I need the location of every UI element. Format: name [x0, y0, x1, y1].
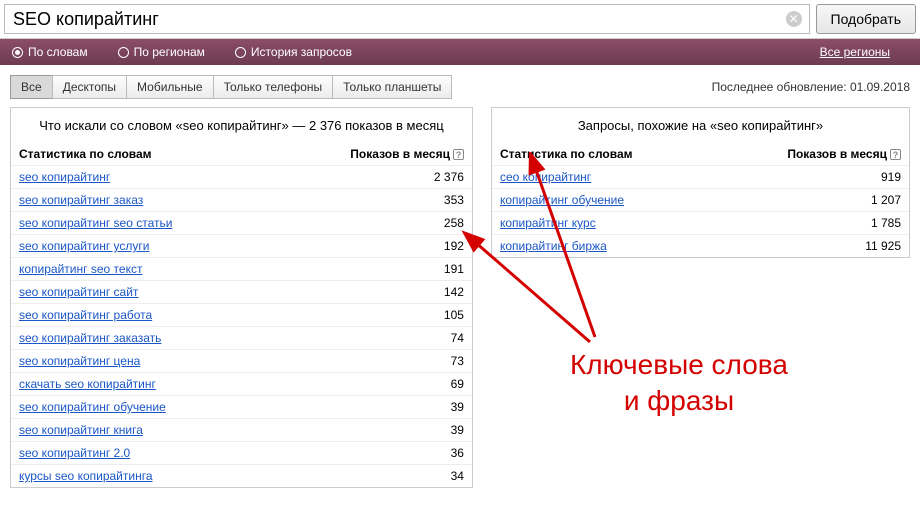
results-panels: Что искали со словом «seo копирайтинг» —… — [0, 107, 920, 498]
impressions-value: 73 — [272, 350, 472, 373]
table-row: seo копирайтинг заказ 353 — [11, 189, 472, 212]
table-row: скачать seo копирайтинг 69 — [11, 373, 472, 396]
filter-bar: По словам По регионам История запросов В… — [0, 39, 920, 65]
radio-by-regions[interactable]: По регионам — [118, 45, 205, 59]
panel-title: Что искали со словом «seo копирайтинг» —… — [11, 108, 472, 143]
table-row: копирайтинг обучение 1 207 — [492, 189, 909, 212]
col-stat: Статистика по словам — [11, 143, 272, 166]
col-impressions: Показов в месяц? — [272, 143, 472, 166]
right-table: Статистика по словам Показов в месяц? се… — [492, 143, 909, 257]
table-row: seo копирайтинг 2 376 — [11, 166, 472, 189]
all-regions-link[interactable]: Все регионы — [820, 45, 890, 59]
impressions-value: 36 — [272, 442, 472, 465]
query-link[interactable]: сео копирайтинг — [500, 170, 591, 184]
impressions-value: 74 — [272, 327, 472, 350]
table-row: копирайтинг seo текст 191 — [11, 258, 472, 281]
query-link[interactable]: копирайтинг seo текст — [19, 262, 142, 276]
radio-dot-icon — [235, 47, 246, 58]
query-link[interactable]: seo копирайтинг книга — [19, 423, 143, 437]
tab-tablets-only[interactable]: Только планшеты — [332, 75, 452, 99]
query-link[interactable]: копирайтинг биржа — [500, 239, 607, 253]
radio-history[interactable]: История запросов — [235, 45, 352, 59]
left-panel: Что искали со словом «seo копирайтинг» —… — [10, 107, 473, 488]
query-link[interactable]: seo копирайтинг цена — [19, 354, 140, 368]
impressions-value: 1 207 — [715, 189, 909, 212]
query-link[interactable]: курсы seo копирайтинга — [19, 469, 153, 483]
help-icon[interactable]: ? — [453, 149, 464, 160]
annotation-text: Ключевые слова и фразы — [570, 347, 788, 420]
query-link[interactable]: seo копирайтинг заказ — [19, 193, 143, 207]
impressions-value: 142 — [272, 281, 472, 304]
tab-desktops[interactable]: Десктопы — [52, 75, 127, 99]
panel-title: Запросы, похожие на «seo копирайтинг» — [492, 108, 909, 143]
radio-label: По регионам — [134, 45, 205, 59]
table-row: seo копирайтинг сайт 142 — [11, 281, 472, 304]
radio-label: По словам — [28, 45, 88, 59]
impressions-value: 11 925 — [715, 235, 909, 258]
table-row: seo копирайтинг обучение 39 — [11, 396, 472, 419]
help-icon[interactable]: ? — [890, 149, 901, 160]
col-impressions: Показов в месяц? — [715, 143, 909, 166]
impressions-value: 2 376 — [272, 166, 472, 189]
query-link[interactable]: seo копирайтинг — [19, 170, 110, 184]
table-row: seo копирайтинг услуги 192 — [11, 235, 472, 258]
impressions-value: 258 — [272, 212, 472, 235]
last-updated: Последнее обновление: 01.09.2018 — [712, 80, 910, 94]
impressions-value: 353 — [272, 189, 472, 212]
impressions-value: 69 — [272, 373, 472, 396]
table-row: seo копирайтинг 2.0 36 — [11, 442, 472, 465]
table-row: копирайтинг курс 1 785 — [492, 212, 909, 235]
query-link[interactable]: скачать seo копирайтинг — [19, 377, 156, 391]
table-row: seo копирайтинг цена 73 — [11, 350, 472, 373]
query-link[interactable]: seo копирайтинг заказать — [19, 331, 161, 345]
search-input[interactable] — [4, 4, 810, 34]
query-link[interactable]: seo копирайтинг обучение — [19, 400, 166, 414]
query-link[interactable]: копирайтинг курс — [500, 216, 596, 230]
table-row: seo копирайтинг seo статьи 258 — [11, 212, 472, 235]
device-tabs: Все Десктопы Мобильные Только телефоны Т… — [0, 65, 920, 107]
radio-by-words[interactable]: По словам — [12, 45, 88, 59]
query-link[interactable]: seo копирайтинг сайт — [19, 285, 138, 299]
table-row: seo копирайтинг заказать 74 — [11, 327, 472, 350]
radio-label: История запросов — [251, 45, 352, 59]
impressions-value: 191 — [272, 258, 472, 281]
query-link[interactable]: seo копирайтинг работа — [19, 308, 152, 322]
query-link[interactable]: seo копирайтинг seo статьи — [19, 216, 172, 230]
tab-all[interactable]: Все — [10, 75, 53, 99]
impressions-value: 192 — [272, 235, 472, 258]
query-link[interactable]: seo копирайтинг услуги — [19, 239, 149, 253]
table-row: курсы seo копирайтинга 34 — [11, 465, 472, 488]
impressions-value: 1 785 — [715, 212, 909, 235]
radio-dot-icon — [118, 47, 129, 58]
impressions-value: 34 — [272, 465, 472, 488]
tab-mobile[interactable]: Мобильные — [126, 75, 214, 99]
table-row: сео копирайтинг 919 — [492, 166, 909, 189]
left-table: Статистика по словам Показов в месяц? se… — [11, 143, 472, 487]
impressions-value: 919 — [715, 166, 909, 189]
clear-icon[interactable]: ✕ — [786, 11, 802, 27]
submit-button[interactable]: Подобрать — [816, 4, 917, 34]
table-row: копирайтинг биржа 11 925 — [492, 235, 909, 258]
table-row: seo копирайтинг книга 39 — [11, 419, 472, 442]
search-bar: ✕ Подобрать — [0, 0, 920, 39]
radio-dot-icon — [12, 47, 23, 58]
tab-phones-only[interactable]: Только телефоны — [213, 75, 334, 99]
impressions-value: 105 — [272, 304, 472, 327]
query-link[interactable]: seo копирайтинг 2.0 — [19, 446, 130, 460]
query-link[interactable]: копирайтинг обучение — [500, 193, 624, 207]
right-panel: Запросы, похожие на «seo копирайтинг» Ст… — [491, 107, 910, 258]
col-stat: Статистика по словам — [492, 143, 715, 166]
impressions-value: 39 — [272, 419, 472, 442]
impressions-value: 39 — [272, 396, 472, 419]
table-row: seo копирайтинг работа 105 — [11, 304, 472, 327]
